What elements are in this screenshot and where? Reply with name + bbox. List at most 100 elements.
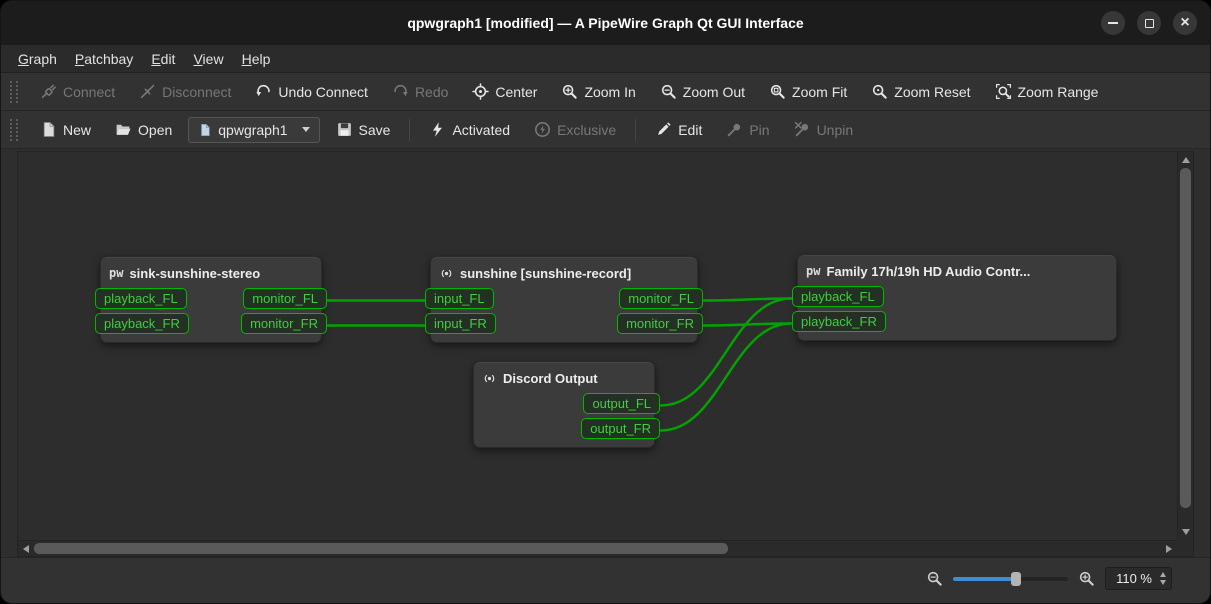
edit-pencil-icon <box>655 121 672 138</box>
title-bar[interactable]: qpwgraph1 [modified] — A PipeWire Graph … <box>1 1 1210 45</box>
zoom-value: 110 % <box>1116 571 1152 586</box>
disconnect-button[interactable]: Disconnect <box>131 78 239 105</box>
zoom-in-label: Zoom In <box>584 84 635 100</box>
maximize-button[interactable] <box>1137 11 1161 35</box>
unpin-icon <box>794 121 811 138</box>
vertical-scrollbar[interactable] <box>1177 152 1193 540</box>
zoom-fit-button[interactable]: Zoom Fit <box>761 78 855 105</box>
horizontal-scrollbar[interactable] <box>18 540 1177 556</box>
zoom-in-button[interactable]: Zoom In <box>553 78 643 105</box>
spin-down-icon[interactable] <box>1160 580 1166 585</box>
menu-graph[interactable]: Graph <box>9 48 66 70</box>
port-output[interactable]: output_FL <box>583 393 660 414</box>
port-input[interactable]: playback_FR <box>792 311 886 332</box>
redo-label: Redo <box>415 84 448 100</box>
scroll-right-arrow[interactable] <box>1166 545 1172 553</box>
menu-view[interactable]: View <box>184 48 232 70</box>
pipewire-icon: pw <box>806 264 820 278</box>
save-button[interactable]: Save <box>328 116 399 143</box>
minimize-icon <box>1108 22 1118 24</box>
port-output[interactable]: monitor_FR <box>617 313 703 334</box>
patchbay-select-value: qpwgraph1 <box>218 122 287 138</box>
save-label: Save <box>359 122 391 138</box>
zoom-reset-button[interactable]: Zoom Reset <box>863 78 978 105</box>
center-button[interactable]: Center <box>464 78 545 105</box>
chevron-down-icon <box>302 127 310 132</box>
port-input[interactable]: playback_FR <box>95 313 189 334</box>
vertical-scrollbar-thumb[interactable] <box>1180 168 1191 508</box>
menu-help[interactable]: Help <box>233 48 280 70</box>
cable-monitorFL-playbackFL[interactable] <box>704 299 791 301</box>
node-title: sink-sunshine-stereo <box>129 266 260 281</box>
zoom-range-button[interactable]: Zoom Range <box>987 78 1107 105</box>
port-input[interactable]: input_FL <box>425 288 494 309</box>
node-sink-sunshine-stereo[interactable]: pw sink-sunshine-stereo playback_FL moni… <box>100 256 322 343</box>
scroll-down-arrow[interactable] <box>1182 529 1190 535</box>
connect-button[interactable]: Connect <box>32 78 123 105</box>
port-output[interactable]: monitor_FR <box>241 313 327 334</box>
pin-icon <box>726 121 743 138</box>
menu-patchbay[interactable]: Patchbay <box>66 48 142 70</box>
redo-button[interactable]: Redo <box>384 78 456 105</box>
port-output[interactable]: monitor_FL <box>619 288 703 309</box>
zoom-fit-label: Zoom Fit <box>792 84 847 100</box>
port-output[interactable]: output_FR <box>581 418 660 439</box>
zoom-slider[interactable] <box>953 571 1068 587</box>
spin-up-icon[interactable] <box>1160 572 1166 577</box>
unpin-button[interactable]: Unpin <box>786 116 862 143</box>
record-icon <box>482 371 497 386</box>
new-button[interactable]: New <box>32 116 99 143</box>
horizontal-scrollbar-thumb[interactable] <box>34 543 728 554</box>
connect-icon <box>40 83 57 100</box>
activated-bolt-icon <box>429 121 446 138</box>
scroll-up-arrow[interactable] <box>1182 157 1190 163</box>
patchbay-file-icon <box>198 123 212 137</box>
patchbay-select[interactable]: qpwgraph1 <box>188 117 319 143</box>
close-icon: × <box>1180 15 1189 31</box>
node-header: sunshine [sunshine-record] <box>439 262 689 284</box>
node-family-hd-audio[interactable]: pw Family 17h/19h HD Audio Contr... play… <box>797 254 1117 341</box>
scroll-left-arrow[interactable] <box>23 545 29 553</box>
zoom-out-icon <box>660 83 677 100</box>
port-input[interactable]: input_FR <box>425 313 496 334</box>
exclusive-toggle[interactable]: Exclusive <box>526 116 624 143</box>
status-bar: 110 % <box>1 557 1210 603</box>
edit-label: Edit <box>678 122 702 138</box>
node-sunshine-record[interactable]: sunshine [sunshine-record] input_FL moni… <box>430 256 698 343</box>
toolbar-grip[interactable] <box>10 119 18 141</box>
port-input[interactable]: playback_FL <box>792 286 884 307</box>
pin-button[interactable]: Pin <box>718 116 777 143</box>
zoom-in-icon <box>1078 570 1095 587</box>
zoom-spinbox[interactable]: 110 % <box>1105 567 1172 590</box>
save-icon <box>336 121 353 138</box>
zoom-fit-icon <box>769 83 786 100</box>
zoom-reset-label: Zoom Reset <box>894 84 970 100</box>
toolbar-grip[interactable] <box>10 81 18 103</box>
minimize-button[interactable] <box>1101 11 1125 35</box>
zoom-slider-handle[interactable] <box>1011 572 1021 586</box>
zoom-out-button[interactable]: Zoom Out <box>652 78 753 105</box>
graph-canvas[interactable]: pw sink-sunshine-stereo playback_FL moni… <box>17 151 1194 557</box>
port-output[interactable]: monitor_FL <box>243 288 327 309</box>
window-controls: × <box>1101 1 1197 45</box>
node-discord-output[interactable]: Discord Output output_FL output_FR <box>473 361 655 448</box>
activated-toggle[interactable]: Activated <box>421 116 518 143</box>
port-input[interactable]: playback_FL <box>95 288 187 309</box>
edit-button[interactable]: Edit <box>647 116 710 143</box>
node-title: sunshine [sunshine-record] <box>460 266 631 281</box>
activated-label: Activated <box>452 122 510 138</box>
open-label: Open <box>138 122 172 138</box>
node-header: Discord Output <box>482 367 646 389</box>
scrollbar-corner <box>1177 540 1193 556</box>
center-icon <box>472 83 489 100</box>
menu-edit[interactable]: Edit <box>142 48 184 70</box>
window-title: qpwgraph1 [modified] — A PipeWire Graph … <box>407 15 803 31</box>
redo-icon <box>392 83 409 100</box>
cable-monitorFR-playbackFR[interactable] <box>704 324 791 326</box>
close-button[interactable]: × <box>1173 11 1197 35</box>
disconnect-icon <box>139 83 156 100</box>
undo-connect-button[interactable]: Undo Connect <box>247 78 376 105</box>
zoom-range-icon <box>995 83 1012 100</box>
open-button[interactable]: Open <box>107 116 180 143</box>
zoom-in-icon <box>561 83 578 100</box>
